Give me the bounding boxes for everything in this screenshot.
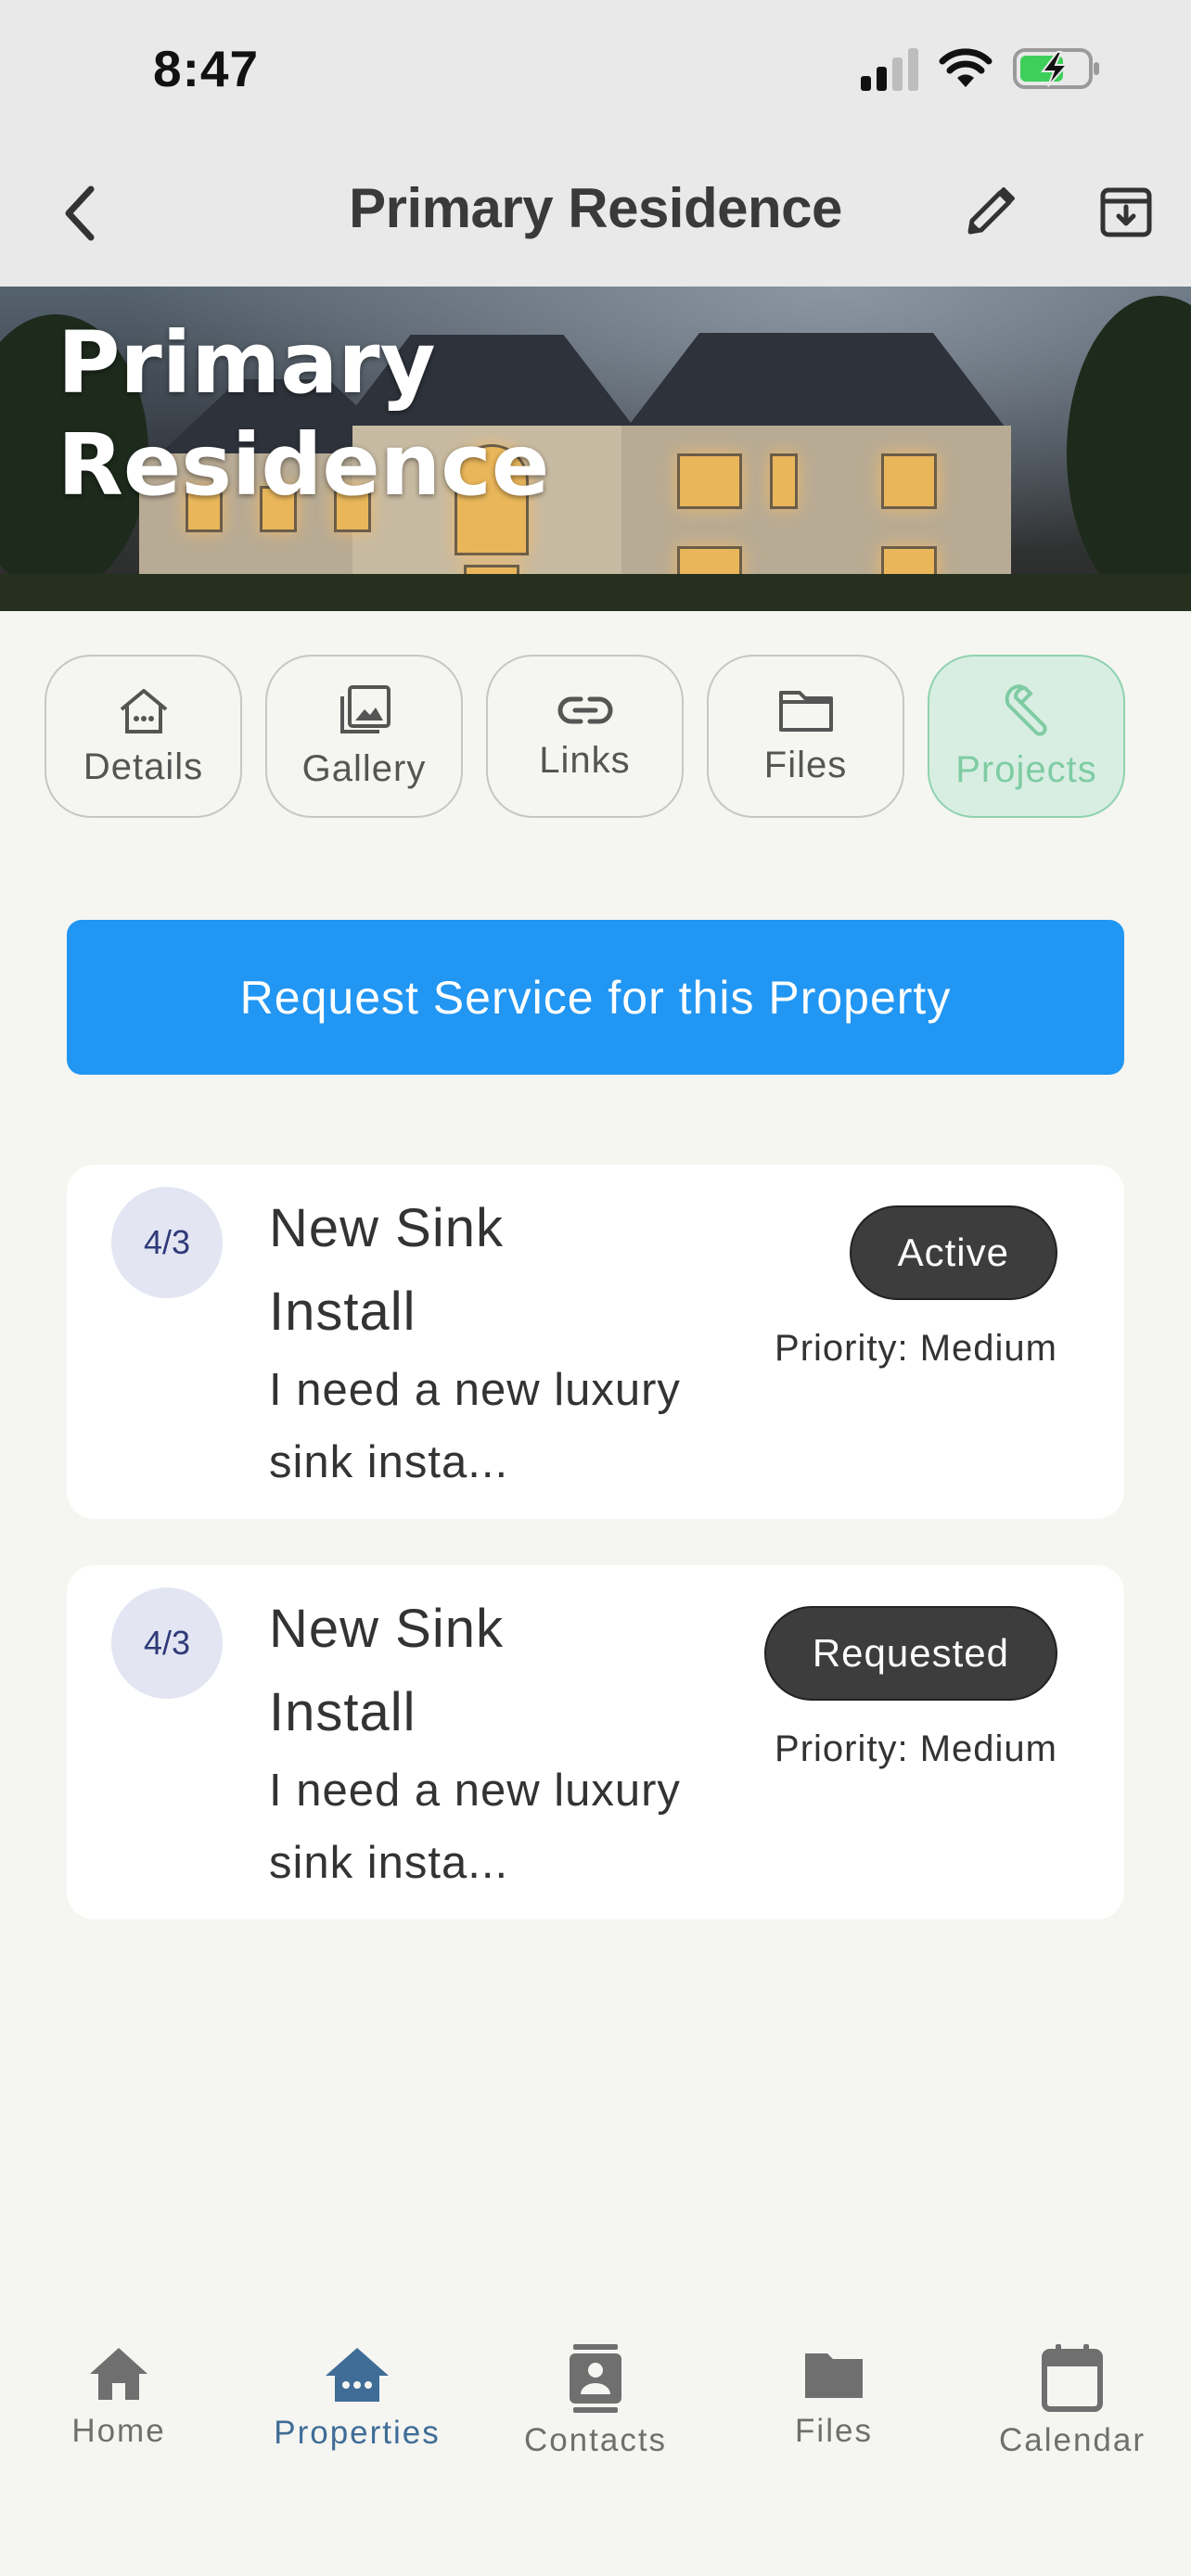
wifi-icon [939,48,992,87]
nav-item-properties[interactable]: Properties [238,2344,476,2483]
status-bar: 8:47 [0,0,1191,139]
hero-image: Primary Residence [0,287,1191,611]
property-tabs: Details Gallery Links Files Projects [45,655,1125,818]
link-icon [557,696,612,723]
status-icons [861,46,1102,91]
pencil-icon [967,187,1015,235]
request-service-button[interactable]: Request Service for this Property [67,920,1124,1075]
tab-links[interactable]: Links [486,655,684,818]
tab-label: Details [83,746,204,787]
tab-files[interactable]: Files [707,655,904,818]
nav-item-home[interactable]: Home [0,2344,237,2483]
home-icon [90,2348,147,2400]
status-badge: Active [849,1205,1057,1300]
archive-icon [1100,187,1152,237]
nav-label: Home [71,2413,166,2449]
tab-label: Files [763,744,848,785]
nav-item-files[interactable]: Files [715,2344,953,2483]
bottom-nav: Home Properties Contacts Files Calendar [0,2318,1191,2576]
properties-icon [326,2348,389,2402]
nav-header: Primary Residence [0,139,1191,287]
cellular-signal-icon [861,46,918,91]
folder-icon [778,690,833,732]
nav-label: Contacts [523,2422,668,2458]
wrench-icon [1005,683,1047,736]
battery-charging-icon [1013,48,1099,89]
nav-label: Files [795,2413,873,2449]
contacts-icon [570,2344,621,2413]
project-description: I need a new luxury sink insta... [269,1365,681,1487]
archive-button[interactable] [1091,176,1161,247]
edit-button[interactable] [955,176,1026,247]
folder-icon [805,2353,863,2398]
project-date-badge: 4/3 [111,1187,223,1298]
project-title: New Sink Install [269,1599,504,1742]
project-card[interactable]: 4/3 New Sink Install I need a new luxury… [67,1165,1124,1519]
status-badge: Requested [763,1606,1057,1701]
project-date-badge: 4/3 [111,1588,223,1699]
tab-details[interactable]: Details [45,655,242,818]
tab-label: Gallery [301,747,427,789]
nav-item-calendar[interactable]: Calendar [954,2344,1191,2483]
tab-label: Links [539,739,631,781]
project-priority: Priority: Medium [775,1728,1057,1769]
project-title: New Sink Install [269,1198,504,1342]
nav-label: Properties [274,2415,441,2451]
nav-item-contacts[interactable]: Contacts [477,2344,714,2483]
gallery-icon [339,684,391,733]
project-description: I need a new luxury sink insta... [269,1766,681,1888]
house-icon [120,688,167,733]
hero-title: Primary Residence [58,313,550,515]
project-priority: Priority: Medium [775,1328,1057,1369]
hero-ground [0,574,1191,611]
calendar-icon [1042,2344,1103,2412]
project-card[interactable]: 4/3 New Sink Install I need a new luxury… [67,1565,1124,1919]
tab-label: Projects [955,748,1097,790]
top-bar: 8:47 Primary Residence [0,0,1191,287]
tab-gallery[interactable]: Gallery [265,655,463,818]
nav-label: Calendar [998,2422,1146,2458]
tab-projects[interactable]: Projects [928,655,1125,818]
status-time: 8:47 [153,40,260,97]
